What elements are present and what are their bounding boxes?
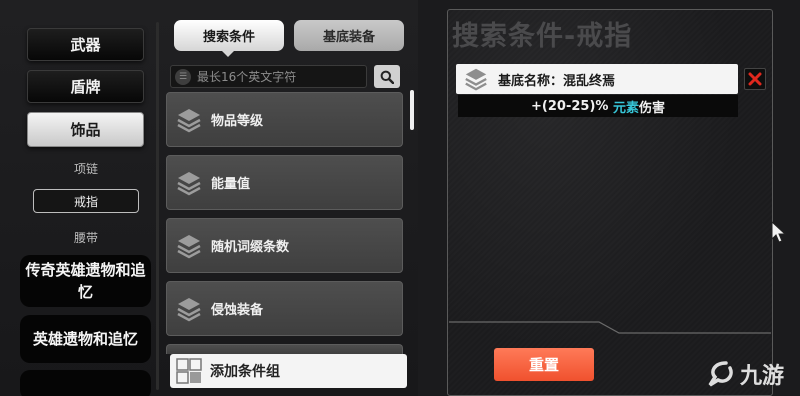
- condition-corrupted-equipment[interactable]: 侵蚀装备: [166, 281, 403, 336]
- base-name-label: 基底名称：混乱终焉: [498, 73, 616, 89]
- base-name-card[interactable]: 基底名称：混乱终焉: [456, 64, 738, 94]
- condition-label: 随机词缀条数: [211, 240, 290, 255]
- reset-button[interactable]: 重置: [494, 348, 594, 381]
- category-next-partial[interactable]: [20, 370, 151, 396]
- panel-title: 搜索条件-戒指: [452, 21, 633, 52]
- condition-energy[interactable]: 能量值: [166, 155, 403, 210]
- affix-prefix: +(20-25)%: [531, 98, 613, 114]
- condition-label: 侵蚀装备: [211, 303, 264, 318]
- category-weapons[interactable]: 武器: [27, 28, 144, 61]
- layers-icon: [177, 234, 201, 258]
- affix-line[interactable]: +(20-25)% 元素 伤害: [458, 95, 738, 117]
- subcategory-necklace[interactable]: 项链: [33, 156, 139, 180]
- condition-label: 物品等级: [211, 114, 264, 129]
- layers-icon: [177, 171, 201, 195]
- layers-icon: [177, 108, 201, 132]
- affix-highlight: 元素: [612, 100, 639, 116]
- category-accessories[interactable]: 饰品: [27, 112, 144, 147]
- condition-item-level[interactable]: 物品等级: [166, 92, 403, 147]
- category-shields[interactable]: 盾牌: [27, 70, 144, 103]
- tab-base-equipment[interactable]: 基底装备: [294, 20, 404, 51]
- close-icon: [748, 72, 762, 86]
- mouse-pointer-icon: [771, 221, 787, 243]
- search-icon: [380, 70, 394, 84]
- add-condition-group-button[interactable]: 添加条件组: [170, 354, 407, 388]
- grid-add-icon: [176, 358, 202, 384]
- category-legendary-relics[interactable]: 传奇英雄遗物和追忆: [20, 255, 151, 307]
- search-input[interactable]: [197, 69, 366, 84]
- condition-random-affix-count[interactable]: 随机词缀条数: [166, 218, 403, 273]
- condition-partial-row: [166, 344, 403, 354]
- condition-list-scrollbar[interactable]: [410, 90, 414, 130]
- affix-suffix: 伤害: [638, 100, 665, 116]
- site-watermark: 九游: [706, 358, 784, 390]
- tab-search-conditions[interactable]: 搜索条件: [174, 20, 284, 51]
- condition-label: 能量值: [211, 177, 251, 192]
- delete-condition-button[interactable]: [744, 68, 766, 90]
- subcategory-ring[interactable]: 戒指: [33, 189, 139, 213]
- layers-icon: [465, 68, 487, 91]
- panel-divider: [449, 321, 771, 334]
- layers-icon: [177, 297, 201, 321]
- add-condition-group-label: 添加条件组: [210, 364, 280, 380]
- subcategory-belt[interactable]: 腰带: [33, 225, 139, 249]
- search-field[interactable]: ☰: [170, 65, 367, 88]
- search-button[interactable]: [374, 65, 400, 88]
- watermark-logo-icon: [708, 361, 733, 387]
- left-scrollbar[interactable]: [156, 22, 159, 390]
- watermark-text: 九游: [740, 363, 785, 389]
- filter-icon: ☰: [175, 68, 191, 85]
- category-hero-relics[interactable]: 英雄遗物和追忆: [20, 315, 151, 363]
- active-tab-indicator: [222, 51, 234, 57]
